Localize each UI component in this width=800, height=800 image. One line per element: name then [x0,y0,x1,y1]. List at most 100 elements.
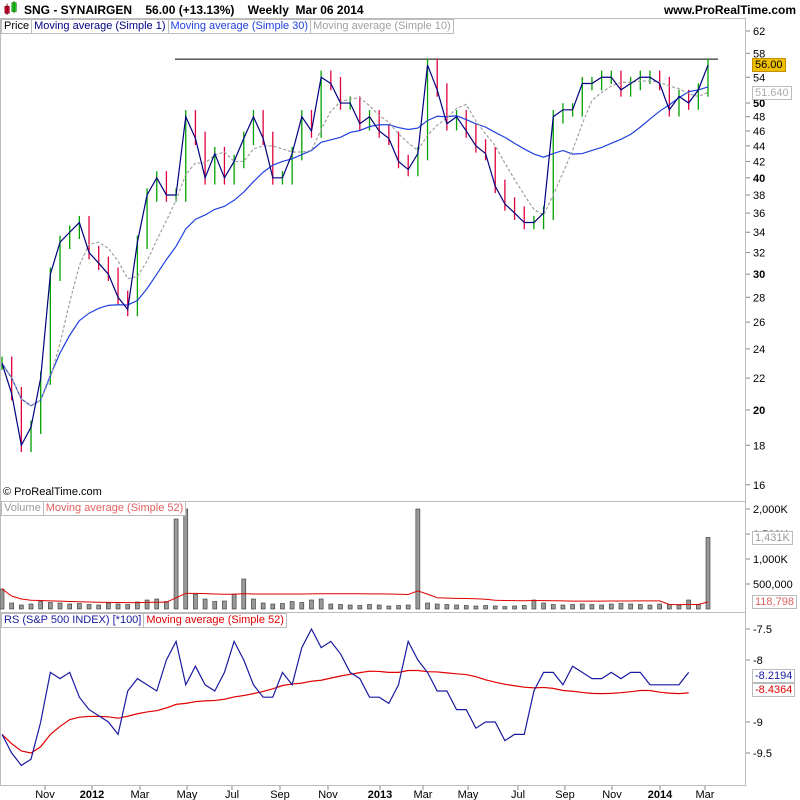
x-tick-label: Nov [35,789,55,800]
price-tick-label: 24 [753,344,765,356]
volume-bar [280,603,285,610]
price-tick-label: 36 [753,208,765,220]
volume-bar [705,537,711,610]
x-tick-label: Mar [131,789,150,800]
volume-bar [560,604,566,610]
rs-legend: RS (S&P 500 INDEX) [*100] Moving average… [1,613,287,628]
x-tick-label: Jul [225,789,239,800]
volume-bar [415,508,421,610]
volume-bar [492,605,498,610]
volume-bar [454,604,459,610]
volume-bar [367,604,372,610]
rs-tick-label: -8 [753,655,763,667]
x-tick-label: Mar [414,789,433,800]
volume-bar [463,605,469,610]
volume-bar [309,599,314,610]
volume-bar [299,602,305,610]
ma1-line [1,64,709,448]
rs-ma-tag: -8.4364 [752,683,796,697]
volume-bar [193,593,198,610]
volume-bar [618,603,624,610]
rs-line [1,627,690,767]
rs-tick-label: -7.5 [753,624,772,636]
x-tick-label: Sep [555,789,575,800]
x-tick-label: Sep [270,789,290,800]
rs-tag: -8.2194 [752,669,796,683]
price-tick-label: 20 [753,405,765,417]
volume-bar [521,605,527,610]
volume-bar [86,604,92,610]
volume-bar [676,604,682,610]
volume-bar [638,604,643,610]
rs-tick-label: -9 [753,717,763,729]
legend-volume-ma[interactable]: Moving average (Simple 52) [42,501,187,516]
volume-bar [125,604,131,610]
x-tick-label: May [458,789,479,800]
volume-bar [9,602,14,610]
volume-bar [386,605,392,610]
volume-bar [405,604,411,610]
ma30-tag: 51.640 [752,86,792,100]
price-tick-label: 44 [753,141,765,153]
volume-bar [270,603,276,610]
volume-bar [57,602,63,610]
volume-bar [115,603,121,610]
price-tick-label: 34 [753,227,765,239]
volume-bar [425,602,430,610]
x-tick-label: Mar [696,789,715,800]
volume-bar [667,604,672,610]
legend-ma1[interactable]: Moving average (Simple 1) [31,19,169,34]
price-tick-label: 28 [753,292,765,304]
volume-bar [434,603,440,610]
volume-bar [396,605,401,610]
rs-ma-line [1,669,689,754]
price-tick-label: 38 [753,190,765,202]
volume-bar [579,603,585,610]
volume-bar [541,602,546,610]
legend-ma10[interactable]: Moving average (Simple 10) [310,19,454,34]
price-tick-label: 22 [753,373,765,385]
price-tick-label: 40 [753,173,765,185]
x-tick-label: Nov [602,789,622,800]
price-tick-label: 42 [753,156,765,168]
volume-bar [222,600,227,610]
volume-bar [67,603,72,610]
volume-bar [173,518,179,610]
price-tick-label: 26 [753,317,765,329]
price-tick-label: 18 [753,440,765,452]
volume-bar [647,604,653,610]
legend-ma30[interactable]: Moving average (Simple 30) [167,19,312,34]
volume-ma-line [1,588,709,606]
x-tick-label: 2012 [80,789,104,800]
volume-bar [19,604,24,610]
legend-price[interactable]: Price [1,19,33,34]
volume-bar [154,598,160,610]
legend-rs[interactable]: RS (S&P 500 INDEX) [*100] [1,613,145,628]
x-tick-label: 2013 [368,789,392,800]
volume-bar [608,603,614,610]
volume-bar [512,605,517,610]
ma10-line [1,80,709,407]
volume-ma-tag: 118,798 [752,595,797,609]
volume-bar [589,604,595,610]
volume-bar [202,598,208,610]
volume-bar [289,601,295,610]
volume-legend: Volume Moving average (Simple 52) [1,501,187,516]
volume-tick-label: 500,000 [753,579,793,591]
volume-bar [483,605,488,610]
volume-bar [599,604,604,610]
volume-bar [77,603,82,610]
volume-bar [502,606,508,610]
x-tick-label: 2014 [648,789,673,800]
volume-tick-label: 1,000K [753,554,789,566]
price-tick-label: 46 [753,126,765,138]
price-tick-label: 48 [753,112,765,124]
volume-bar [48,602,53,610]
legend-rs-ma[interactable]: Moving average (Simple 52) [143,613,287,628]
volume-bar [260,602,266,610]
volume-bar [144,599,150,610]
volume-bar [357,605,363,610]
volume-bar [347,604,353,610]
ma30-line [1,86,709,407]
legend-volume[interactable]: Volume [1,501,44,516]
